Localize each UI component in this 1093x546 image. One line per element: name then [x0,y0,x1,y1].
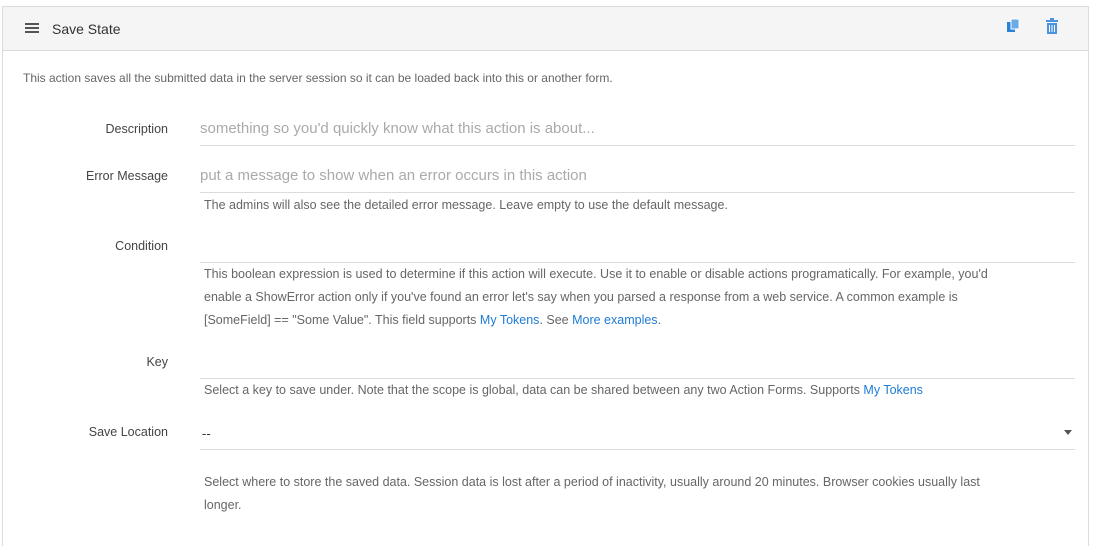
condition-help-line-1: This boolean expression is used to deter… [204,267,988,281]
panel-header: Save State [3,7,1088,51]
save-location-value: -- [202,426,211,441]
copy-button[interactable] [1005,18,1021,36]
save-location-help: Select where to store the saved data. Se… [204,471,1064,517]
description-input[interactable] [200,112,1075,146]
error-message-input[interactable] [200,159,1075,193]
condition-label: Condition [115,239,168,253]
save-location-help-line-2: longer. [204,498,242,512]
description-label: Description [105,122,168,136]
key-help-text: Select a key to save under. Note that th… [204,383,864,397]
my-tokens-link[interactable]: My Tokens [480,313,540,327]
condition-help-line-2: enable a ShowError action only if you've… [204,290,958,304]
drag-handle-icon[interactable] [25,23,39,35]
copy-icon [1007,18,1020,32]
key-my-tokens-link[interactable]: My Tokens [863,383,923,397]
caret-down-icon [1064,430,1072,435]
panel-title: Save State [52,21,121,37]
key-help: Select a key to save under. Note that th… [204,379,1064,402]
condition-help-end: . [657,313,662,327]
key-label: Key [146,355,168,369]
more-examples-link[interactable]: More examples [572,313,657,327]
error-message-help: The admins will also see the detailed er… [204,198,728,212]
delete-button[interactable] [1045,18,1061,36]
trash-icon [1046,18,1058,34]
condition-input[interactable] [200,229,1075,263]
condition-help: This boolean expression is used to deter… [204,263,1064,332]
condition-help-text: [SomeField] == "Some Value". This field … [204,313,480,327]
panel-intro-text: This action saves all the submitted data… [23,71,613,85]
condition-help-line-3: [SomeField] == "Some Value". This field … [204,309,1064,332]
key-input[interactable] [200,345,1075,379]
error-message-label: Error Message [86,169,168,183]
save-state-panel: Save State This action saves all the sub… [2,6,1089,546]
save-location-select[interactable]: -- [200,416,1075,450]
save-location-label: Save Location [88,425,168,439]
save-location-help-line-1: Select where to store the saved data. Se… [204,475,980,489]
condition-help-see: . See [539,313,573,327]
